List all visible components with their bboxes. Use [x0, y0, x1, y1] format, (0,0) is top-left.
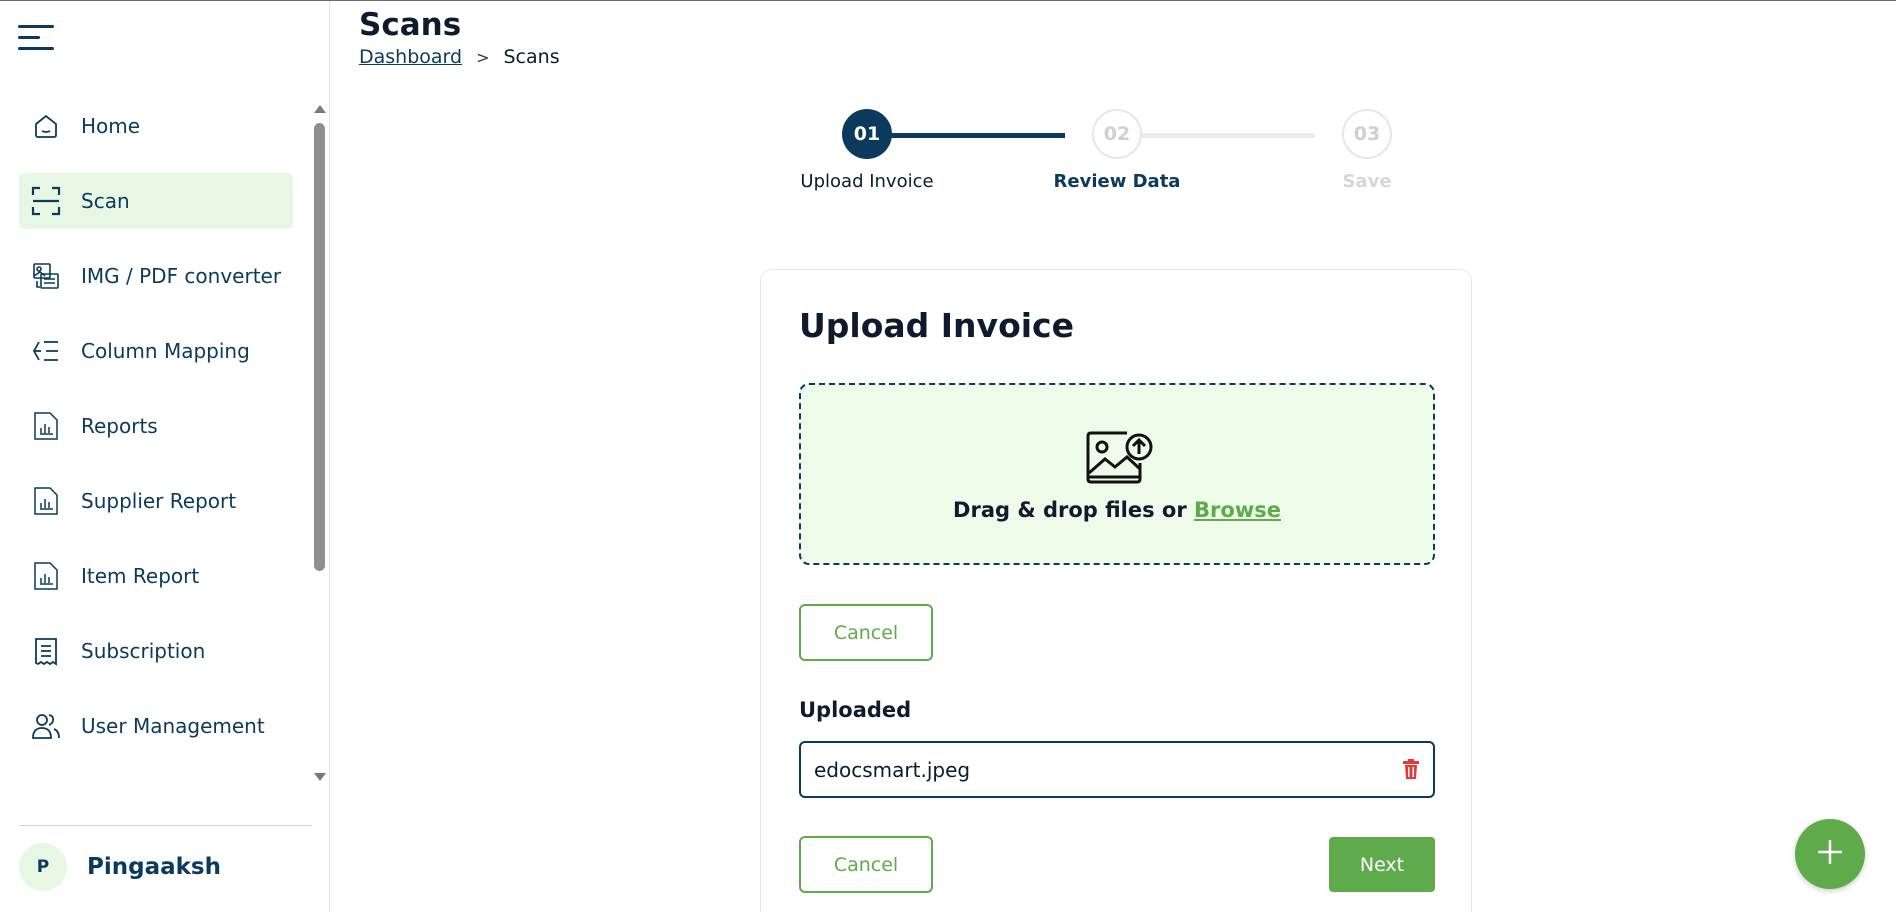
report-chart-icon [31, 561, 61, 591]
sidebar-item-img-pdf-converter[interactable]: IMG / PDF converter [19, 248, 293, 304]
sidebar-item-item-report[interactable]: Item Report [19, 548, 293, 604]
breadcrumb-current: Scans [503, 46, 560, 68]
scroll-down-arrow-icon[interactable] [314, 773, 326, 781]
progress-stepper: 01 02 03 Upload Invoice Review Data Save [790, 109, 1392, 199]
sidebar-item-label: Subscription [81, 639, 206, 663]
breadcrumb: Dashboard > Scans [359, 46, 560, 68]
scroll-thumb[interactable] [314, 123, 325, 571]
file-dropzone[interactable]: Drag & drop files or Browse [799, 383, 1435, 565]
user-name: Pingaaksh [87, 854, 221, 880]
column-mapping-icon [31, 336, 61, 366]
home-icon [31, 111, 61, 141]
avatar: P [19, 843, 67, 891]
hamburger-icon[interactable] [18, 23, 54, 51]
step-1-circle: 01 [842, 109, 892, 159]
cancel-bottom-button[interactable]: Cancel [799, 836, 933, 893]
sidebar-item-column-mapping[interactable]: Column Mapping [19, 323, 293, 379]
step-3-label: Save [1342, 171, 1392, 192]
sidebar-item-label: Reports [81, 414, 158, 438]
sidebar-item-user-management[interactable]: User Management [19, 698, 293, 754]
upload-card: Upload Invoice Drag & drop files or Brow… [760, 269, 1472, 912]
sidebar: Home Scan IMG / PDF converter Column Map… [0, 1, 330, 912]
report-chart-icon [31, 411, 61, 441]
sidebar-item-label: Column Mapping [81, 339, 250, 363]
next-button[interactable]: Next [1329, 837, 1435, 892]
report-chart-icon [31, 486, 61, 516]
sidebar-item-label: Scan [81, 189, 130, 213]
step-2-circle: 02 [1092, 109, 1142, 159]
step-2-label: Review Data [1053, 171, 1181, 192]
sidebar-item-label: Home [81, 114, 141, 138]
sidebar-item-home[interactable]: Home [19, 98, 293, 154]
file-name: edocsmart.jpeg [814, 757, 971, 782]
receipt-icon [31, 636, 61, 666]
scroll-up-arrow-icon[interactable] [314, 105, 326, 113]
divider [19, 825, 312, 826]
sidebar-item-reports[interactable]: Reports [19, 398, 293, 454]
plus-icon [1816, 838, 1844, 870]
step-3-circle: 03 [1342, 109, 1392, 159]
step-connector-complete [865, 133, 1065, 138]
add-fab-button[interactable] [1795, 819, 1865, 889]
sidebar-item-supplier-report[interactable]: Supplier Report [19, 473, 293, 529]
sidebar-item-scan[interactable]: Scan [19, 173, 293, 229]
breadcrumb-separator: > [476, 47, 490, 67]
sidebar-scrollbar[interactable] [311, 101, 327, 789]
step-connector-pending [1115, 133, 1315, 138]
page-title: Scans [359, 7, 462, 43]
step-1-label: Upload Invoice [800, 171, 934, 192]
sidebar-item-label: Item Report [81, 564, 200, 588]
sidebar-item-label: Supplier Report [81, 489, 237, 513]
sidebar-item-label: IMG / PDF converter [81, 264, 282, 288]
image-pdf-icon [31, 261, 61, 291]
breadcrumb-link-dashboard[interactable]: Dashboard [359, 46, 462, 68]
dropzone-text: Drag & drop files or Browse [801, 498, 1433, 522]
image-upload-icon [1085, 427, 1155, 487]
card-title: Upload Invoice [799, 306, 1074, 345]
scan-icon [31, 186, 61, 216]
trash-icon[interactable] [1403, 759, 1423, 781]
users-icon [31, 711, 61, 741]
dropzone-instruction: Drag & drop files or [953, 498, 1187, 522]
sidebar-nav: Home Scan IMG / PDF converter Column Map… [19, 98, 293, 773]
browse-link[interactable]: Browse [1194, 498, 1281, 522]
uploaded-file-field: edocsmart.jpeg [799, 741, 1435, 798]
cancel-button[interactable]: Cancel [799, 604, 933, 661]
user-profile[interactable]: P Pingaaksh [19, 843, 221, 891]
sidebar-item-subscription[interactable]: Subscription [19, 623, 293, 679]
sidebar-item-label: User Management [81, 714, 265, 738]
uploaded-heading: Uploaded [799, 698, 912, 722]
